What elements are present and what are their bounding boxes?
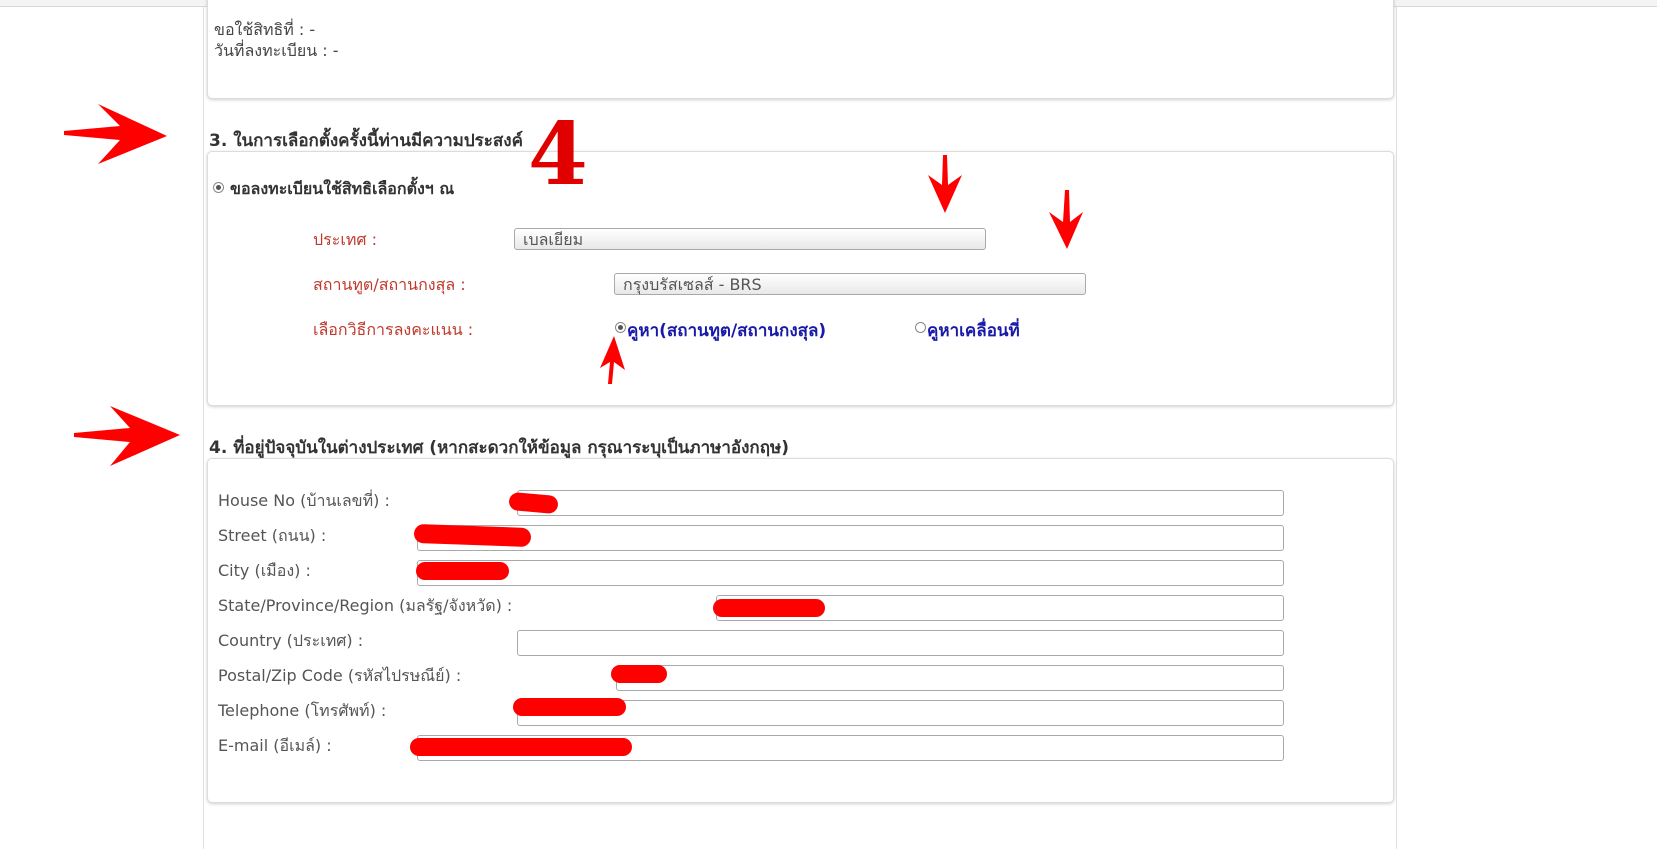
- arrow-down-icon: [928, 155, 962, 213]
- arrow-up-icon: [600, 336, 625, 384]
- arrow-down-icon: [1049, 190, 1083, 249]
- arrow-right-icon: [64, 104, 167, 164]
- annotation-arrows: [64, 104, 1083, 466]
- arrow-right-icon: [74, 406, 180, 466]
